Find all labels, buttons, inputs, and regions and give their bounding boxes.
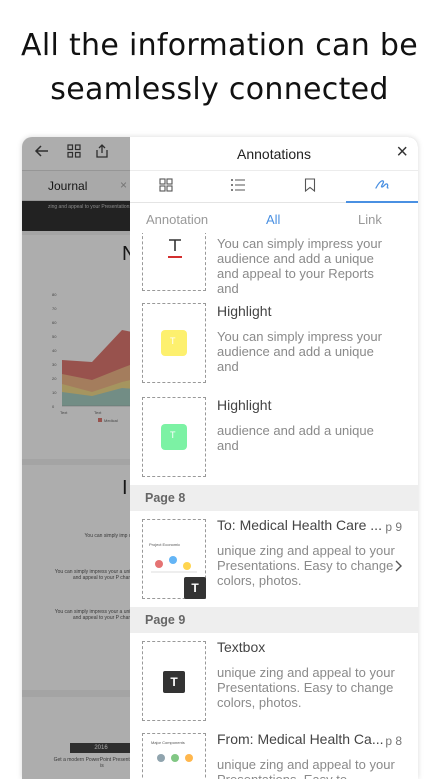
panel-icon-tabs: [130, 171, 418, 203]
annotation-title: Textbox: [217, 639, 266, 655]
annotation-thumbnail: [142, 233, 206, 291]
filter-annotation[interactable]: Annotation: [146, 212, 208, 227]
panel-title: Annotations: [237, 146, 311, 162]
annotation-item[interactable]: You can simply impress your audience and…: [130, 233, 418, 296]
bookmark-icon: [304, 177, 316, 197]
section-header-page-9: Page 9: [130, 607, 418, 633]
annotation-pen-icon: [374, 176, 390, 197]
annotation-thumbnail: T: [142, 397, 206, 477]
thumbnail-diagram: [157, 754, 193, 762]
thumbnail-diagram: [151, 556, 197, 573]
filter-link[interactable]: Link: [358, 212, 382, 227]
annotation-item-link[interactable]: Project Economic T To: Medical Health Ca…: [130, 513, 418, 603]
tab-annotations[interactable]: [346, 171, 418, 203]
link-page-number: p 8: [385, 734, 402, 748]
list-icon: [230, 178, 246, 197]
link-text: unique zing and appeal to your Presentat…: [217, 543, 395, 588]
panel-header: Annotations ×: [130, 137, 418, 171]
highlight-swatch-icon: T: [161, 330, 187, 356]
annotation-item[interactable]: T Highlight You can simply impress your …: [130, 299, 418, 387]
section-label: Page 8: [145, 491, 186, 505]
highlight-swatch-icon: T: [161, 424, 187, 450]
text-tool-icon: [167, 237, 183, 264]
link-page-thumbnail: Major Components: [142, 733, 206, 779]
textbox-badge-icon: T: [184, 577, 206, 599]
link-page-thumbnail: Project Economic T: [142, 519, 206, 599]
annotations-panel: Annotations × Annotation All Link You ca…: [130, 137, 418, 779]
annotation-thumbnail: T: [142, 303, 206, 383]
device-screen: Journal × zing and appeal to your Presen…: [22, 137, 418, 779]
section-label: Page 9: [145, 613, 186, 627]
headline-line-2: seamlessly connected: [50, 72, 389, 107]
annotation-text: You can simply impress your audience and…: [217, 236, 382, 296]
link-title: From: Medical Health Ca...: [217, 731, 384, 747]
tab-outline[interactable]: [202, 171, 274, 203]
textbox-icon: T: [163, 671, 185, 693]
annotation-title: Highlight: [217, 303, 272, 319]
thumbnail-title: Project Economic: [149, 542, 181, 547]
annotation-text: unique zing and appeal to your Presentat…: [217, 665, 395, 710]
annotation-list: You can simply impress your audience and…: [130, 233, 418, 779]
link-title: To: Medical Health Care ...: [217, 517, 382, 533]
annotation-title: Highlight: [217, 397, 272, 413]
thumbnail-title: Major Components: [151, 740, 185, 745]
close-icon[interactable]: ×: [396, 141, 408, 164]
grid-icon: [159, 177, 173, 197]
filter-all[interactable]: All: [266, 212, 280, 227]
annotation-text: audience and add a unique and: [217, 423, 374, 453]
link-page-number: p 9: [385, 520, 402, 534]
chevron-right-icon[interactable]: [394, 559, 402, 577]
link-text: unique zing and appeal to your Presentat…: [217, 757, 395, 779]
tab-thumbnails[interactable]: [130, 171, 202, 203]
annotation-item[interactable]: T Highlight audience and add a unique an…: [130, 393, 418, 481]
headline-line-1: All the information can be: [21, 28, 418, 63]
annotation-item-textbox[interactable]: T Textbox unique zing and appeal to your…: [130, 635, 418, 725]
annotation-thumbnail: T: [142, 641, 206, 721]
annotation-item-link[interactable]: Major Components From: Medical Health Ca…: [130, 729, 418, 779]
tab-bookmarks[interactable]: [274, 171, 346, 203]
annotation-text: You can simply impress your audience and…: [217, 329, 382, 374]
annotation-filter-row: Annotation All Link: [130, 207, 418, 231]
section-header-page-8: Page 8: [130, 485, 418, 511]
